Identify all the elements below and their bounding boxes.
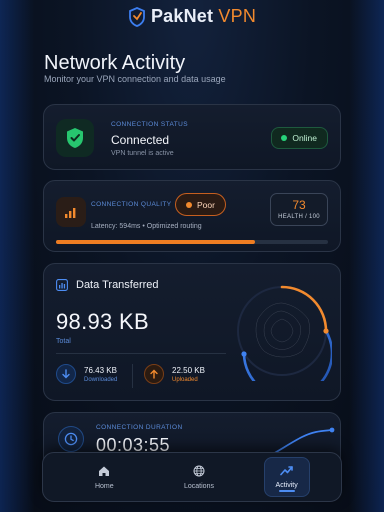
status-value: Connected — [111, 133, 170, 147]
health-score-box: 73 HEALTH / 100 — [270, 193, 328, 226]
data-card-title: Data Transferred — [76, 279, 159, 291]
home-icon — [99, 466, 110, 476]
download-stat: 76.43 KB Downloaded — [56, 364, 117, 384]
stat-separator — [132, 364, 133, 388]
chart-icon — [56, 279, 68, 291]
quality-label: CONNECTION QUALITY — [91, 201, 172, 208]
activity-icon — [280, 466, 293, 476]
download-arrow-icon — [56, 364, 76, 384]
globe-icon — [193, 465, 205, 476]
bottom-nav: Home Locations Activity — [42, 452, 342, 502]
nav-label-locations: Locations — [184, 482, 214, 490]
download-label: Downloaded — [84, 376, 118, 383]
latency-text: Latency: 594ms • Optimized routing — [91, 223, 202, 230]
connection-quality-card: CONNECTION QUALITY Poor Latency: 594ms •… — [43, 180, 341, 252]
nav-label-home: Home — [94, 482, 114, 490]
page-title: Network Activity — [44, 52, 186, 74]
upload-label: Uploaded — [172, 376, 198, 383]
quality-progress-bar — [56, 240, 328, 244]
online-dot-icon — [281, 135, 288, 141]
divider — [56, 353, 226, 354]
nav-item-activity[interactable]: Activity — [263, 457, 310, 497]
online-badge-label: Online — [292, 133, 317, 143]
nav-item-locations[interactable]: Locations — [169, 457, 229, 497]
app-brand: PakNet VPN — [150, 6, 257, 26]
duration-label: CONNECTION DURATION — [96, 424, 183, 431]
data-total-label: Total — [56, 338, 71, 345]
download-value: 76.43 KB — [84, 365, 117, 375]
quality-dot-icon — [186, 201, 192, 208]
clock-icon — [58, 426, 84, 452]
app-header: PakNet VPN — [0, 6, 384, 27]
data-total-value: 98.93 KB — [56, 309, 149, 334]
health-score-label: HEALTH / 100 — [278, 214, 320, 220]
nav-item-home[interactable]: Home — [74, 457, 134, 497]
signal-bars-icon — [56, 197, 86, 227]
quality-progress-fill — [56, 240, 255, 244]
upload-stat: 22.50 KB Uploaded — [144, 364, 205, 384]
online-badge: Online — [271, 127, 328, 149]
nav-label-activity: Activity — [275, 482, 298, 489]
status-detail: VPN tunnel is active — [111, 150, 174, 157]
upload-arrow-icon — [144, 364, 164, 384]
shield-logo-icon — [129, 6, 145, 27]
data-usage-ring — [237, 285, 332, 381]
connection-status-card: CONNECTION STATUS Connected VPN tunnel i… — [43, 104, 341, 170]
upload-value: 22.50 KB — [172, 365, 205, 375]
shield-check-icon — [56, 119, 94, 157]
quality-badge-label: Poor — [197, 199, 215, 210]
status-label: CONNECTION STATUS — [111, 121, 188, 128]
page-subtitle: Monitor your VPN connection and data usa… — [44, 74, 226, 84]
health-score: 73 — [292, 198, 306, 212]
data-transferred-card: Data Transferred 98.93 KB Total 76.43 KB… — [43, 263, 341, 401]
quality-badge: Poor — [175, 193, 226, 216]
